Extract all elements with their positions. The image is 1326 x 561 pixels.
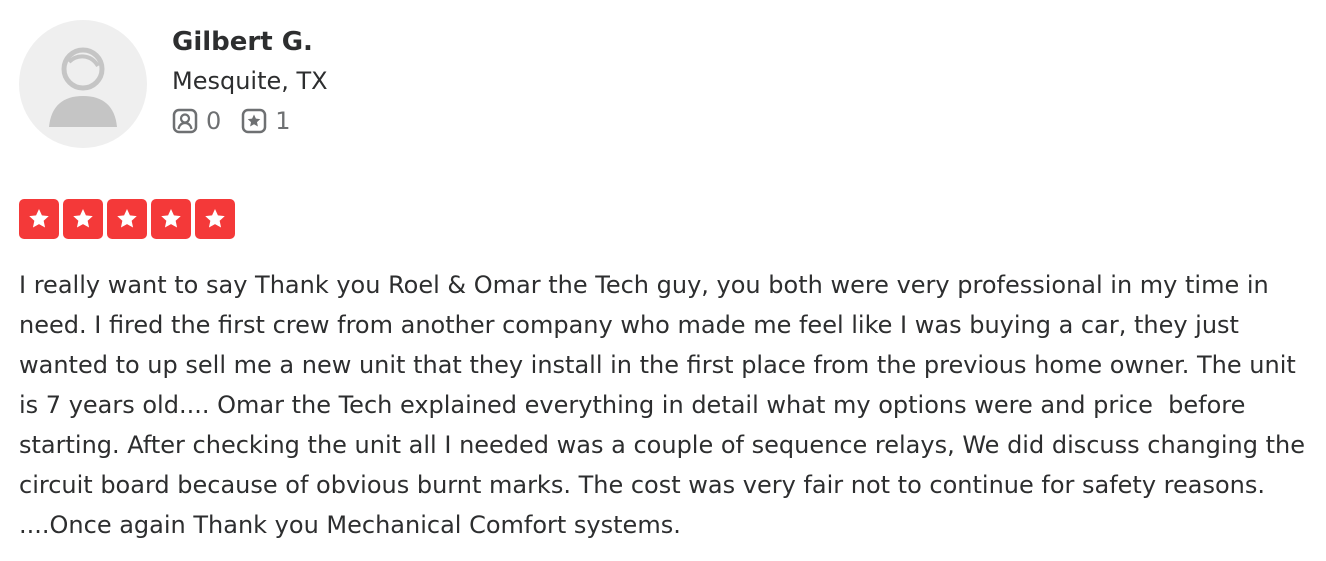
review-star-icon: [242, 108, 267, 134]
review-card: Gilbert G. Mesquite, TX 0 1 I really wan…: [19, 20, 1319, 545]
friends-icon: [172, 108, 198, 134]
user-header: Gilbert G. Mesquite, TX 0 1: [19, 20, 1319, 148]
user-name[interactable]: Gilbert G.: [172, 22, 328, 62]
rating-star-icon: [63, 199, 103, 239]
rating-star-icon: [107, 199, 147, 239]
reviews-stat: 1: [241, 106, 291, 136]
default-user-avatar-icon: [49, 47, 117, 127]
user-location: Mesquite, TX: [172, 67, 328, 95]
user-info: Gilbert G. Mesquite, TX 0 1: [172, 20, 328, 136]
review-text: I really want to say Thank you Roel & Om…: [19, 271, 1313, 539]
friends-stat: 0: [172, 106, 221, 136]
rating-star-icon: [151, 199, 191, 239]
avatar[interactable]: [19, 20, 147, 148]
reviews-count: 1: [275, 107, 291, 135]
friends-count: 0: [206, 107, 222, 135]
rating-star-icon: [195, 199, 235, 239]
star-rating: [19, 199, 1319, 239]
rating-star-icon: [19, 199, 59, 239]
user-stats: 0 1: [172, 106, 328, 136]
